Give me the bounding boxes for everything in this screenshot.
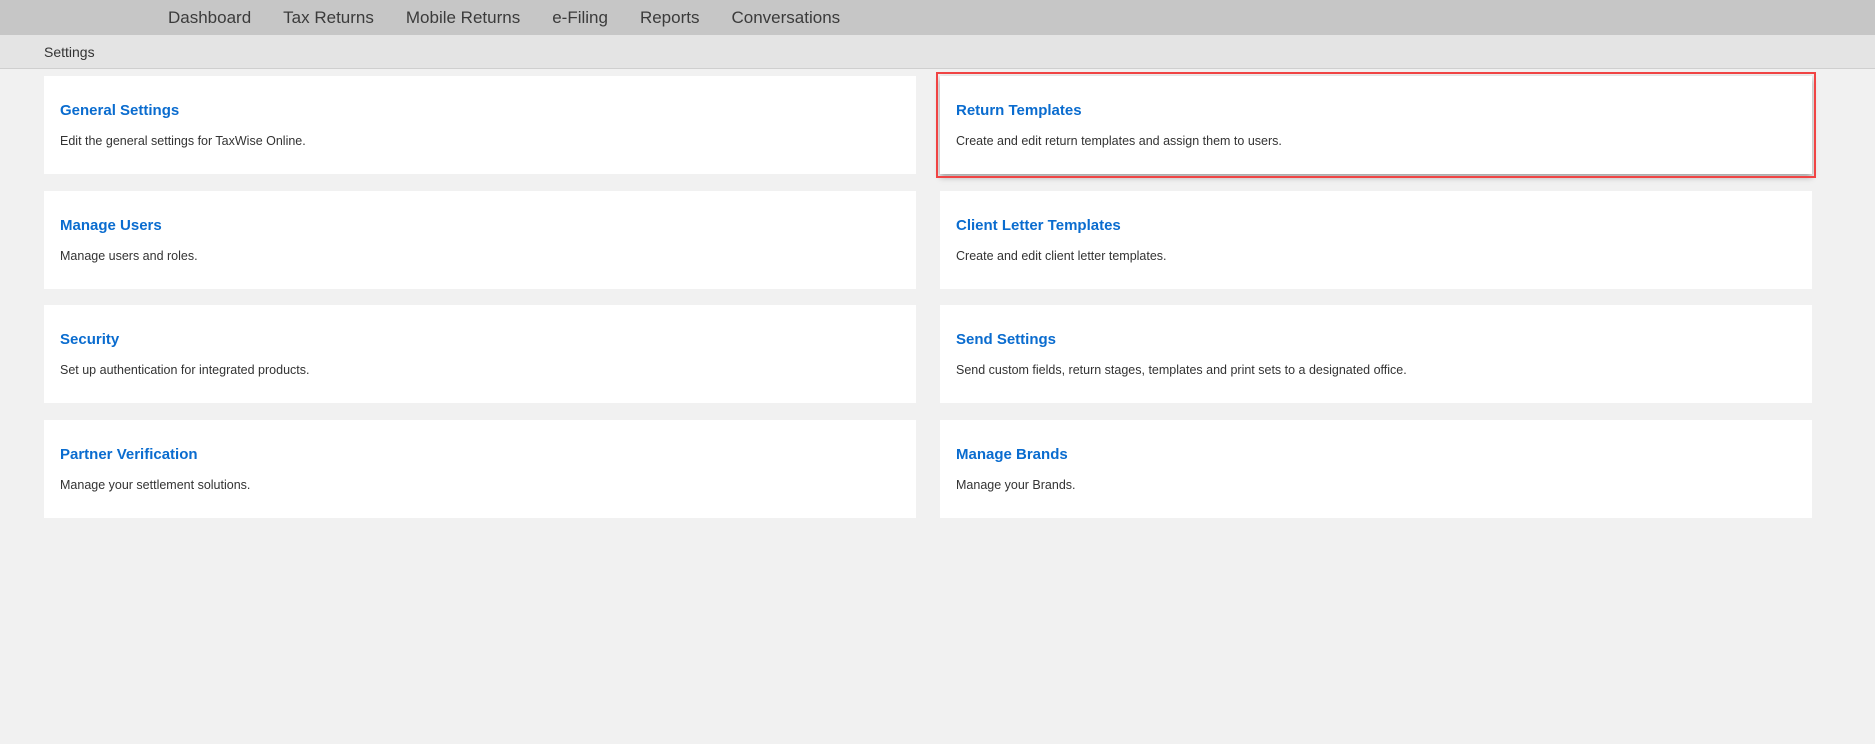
card-partner-verification[interactable]: Partner Verification Manage your settlem…: [44, 420, 916, 518]
card-description: Manage users and roles.: [60, 249, 198, 263]
card-description: Manage your settlement solutions.: [60, 478, 251, 492]
card-title[interactable]: Send Settings: [956, 331, 1056, 348]
nav-mobile-returns[interactable]: Mobile Returns: [406, 8, 520, 28]
card-return-templates[interactable]: Return Templates Create and edit return …: [936, 72, 1816, 178]
top-nav-bar: Dashboard Tax Returns Mobile Returns e-F…: [0, 0, 1875, 35]
card-send-settings[interactable]: Send Settings Send custom fields, return…: [940, 305, 1812, 403]
nav-tax-returns[interactable]: Tax Returns: [283, 8, 374, 28]
nav-conversations[interactable]: Conversations: [731, 8, 840, 28]
card-title[interactable]: Return Templates: [956, 102, 1082, 119]
main-nav: Dashboard Tax Returns Mobile Returns e-F…: [168, 0, 840, 35]
nav-e-filing[interactable]: e-Filing: [552, 8, 608, 28]
card-client-letter-templates[interactable]: Client Letter Templates Create and edit …: [940, 191, 1812, 289]
nav-dashboard[interactable]: Dashboard: [168, 8, 251, 28]
card-description: Set up authentication for integrated pro…: [60, 363, 310, 377]
card-title[interactable]: Manage Brands: [956, 446, 1068, 463]
card-description: Send custom fields, return stages, templ…: [956, 363, 1407, 377]
card-general-settings[interactable]: General Settings Edit the general settin…: [44, 76, 916, 174]
card-title[interactable]: Client Letter Templates: [956, 217, 1121, 234]
card-description: Manage your Brands.: [956, 478, 1076, 492]
card-title[interactable]: Partner Verification: [60, 446, 198, 463]
card-security[interactable]: Security Set up authentication for integ…: [44, 305, 916, 403]
breadcrumb: Settings: [44, 44, 95, 60]
card-description: Create and edit client letter templates.: [956, 249, 1167, 263]
card-description: Create and edit return templates and ass…: [956, 134, 1282, 148]
card-title[interactable]: General Settings: [60, 102, 179, 119]
nav-reports[interactable]: Reports: [640, 8, 700, 28]
card-manage-users[interactable]: Manage Users Manage users and roles.: [44, 191, 916, 289]
card-manage-brands[interactable]: Manage Brands Manage your Brands.: [940, 420, 1812, 518]
card-title[interactable]: Manage Users: [60, 217, 162, 234]
card-description: Edit the general settings for TaxWise On…: [60, 134, 306, 148]
breadcrumb-bar: Settings: [0, 35, 1875, 69]
card-title[interactable]: Security: [60, 331, 119, 348]
